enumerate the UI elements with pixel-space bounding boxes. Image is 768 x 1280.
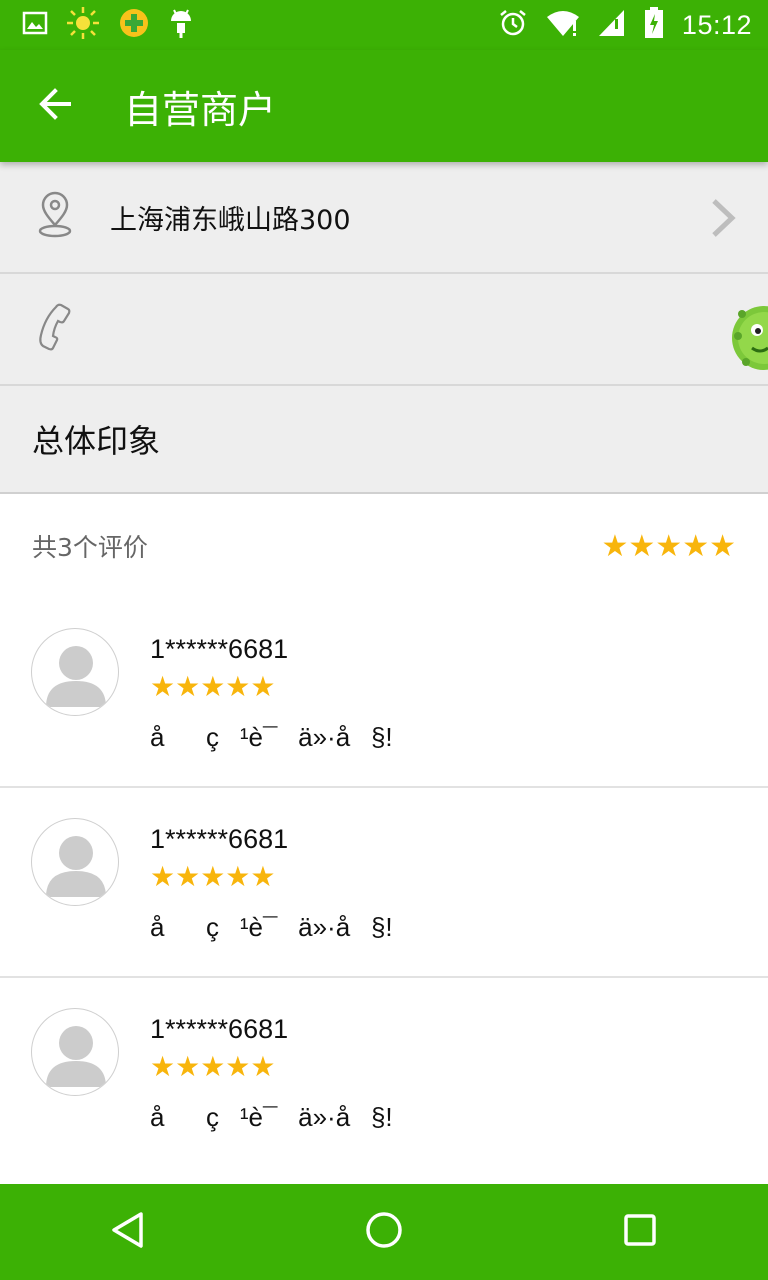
review-username: 1******6681: [150, 824, 289, 854]
gallery-icon: [22, 10, 48, 40]
address-text: 上海浦东峨山路300: [110, 204, 351, 236]
alarm-icon: [498, 8, 528, 42]
overall-star-rating: ★★★★★: [601, 528, 736, 564]
triangle-back-icon: [108, 1210, 148, 1254]
address-row[interactable]: 上海浦东峨山路300: [0, 162, 768, 274]
cell-signal-icon: [598, 9, 626, 41]
chevron-right-icon: [710, 198, 736, 242]
avatar: [31, 1008, 119, 1096]
review-star-rating: ★★★★★: [150, 1050, 276, 1083]
nav-back-button[interactable]: [78, 1184, 178, 1280]
review-item: 1******6681 ★★★★★ åç¹è¯ä»·å§!: [0, 978, 768, 1168]
back-button[interactable]: [0, 50, 110, 162]
phone-row[interactable]: [0, 274, 768, 386]
review-username: 1******6681: [150, 634, 289, 664]
review-text: åç¹è¯ä»·å§!: [150, 722, 393, 752]
app-bar: 自营商户: [0, 50, 768, 162]
section-title: 总体印象: [0, 386, 768, 494]
arrow-back-icon: [37, 88, 73, 124]
review-count: 共3个评价: [32, 533, 148, 562]
circle-home-icon: [364, 1210, 404, 1254]
nav-recents-button[interactable]: [590, 1184, 690, 1280]
wifi-icon: [546, 9, 580, 41]
page-title: 自营商户: [124, 87, 277, 132]
system-nav-bar: [0, 1184, 768, 1280]
review-username: 1******6681: [150, 1014, 289, 1044]
weather-sun-icon: [66, 6, 100, 44]
location-pin-icon: [37, 191, 73, 243]
review-item: 1******6681 ★★★★★ åç¹è¯ä»·å§!: [0, 598, 768, 788]
review-text: åç¹è¯ä»·å§!: [150, 1102, 393, 1132]
avatar: [31, 818, 119, 906]
phone-icon: [37, 302, 73, 356]
review-star-rating: ★★★★★: [150, 860, 276, 893]
rating-summary: 共3个评价 ★★★★★: [0, 494, 768, 598]
status-time: 15:12: [681, 9, 752, 40]
floating-mascot-icon[interactable]: [724, 296, 768, 384]
status-bar: 15:12: [0, 0, 768, 50]
avatar: [31, 628, 119, 716]
nav-home-button[interactable]: [334, 1184, 434, 1280]
square-recents-icon: [622, 1212, 658, 1252]
review-item: 1******6681 ★★★★★ åç¹è¯ä»·å§!: [0, 788, 768, 978]
review-text: åç¹è¯ä»·å§!: [150, 912, 393, 942]
security-app-icon: [118, 7, 150, 43]
android-debug-icon: [168, 7, 194, 43]
battery-charging-icon: [644, 7, 664, 43]
review-star-rating: ★★★★★: [150, 670, 276, 703]
